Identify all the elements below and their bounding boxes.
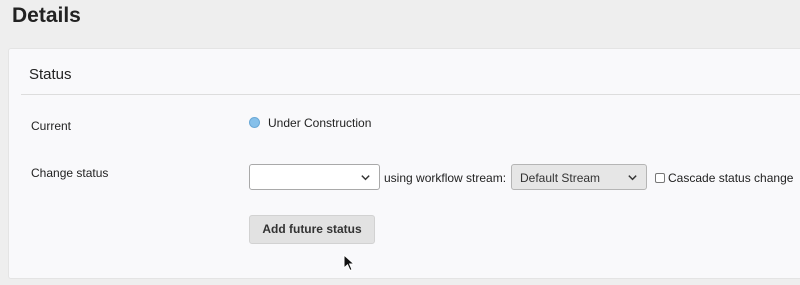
current-status-value: Under Construction: [268, 116, 372, 130]
panel-header: Status: [21, 60, 800, 95]
cascade-status-checkbox[interactable]: [655, 173, 665, 183]
workflow-stream-select-value: Default Stream: [520, 171, 601, 185]
add-future-status-button[interactable]: Add future status: [249, 215, 375, 244]
workflow-stream-select[interactable]: Default Stream: [511, 164, 647, 190]
mouse-pointer-icon: [343, 254, 355, 272]
chevron-down-icon: [361, 175, 370, 181]
change-status-label: Change status: [31, 166, 109, 180]
cascade-status-label[interactable]: Cascade status change: [668, 171, 793, 185]
chevron-down-icon: [628, 175, 637, 181]
current-status-label: Current: [31, 119, 72, 133]
status-indicator-dot: [249, 117, 260, 128]
status-panel: Status Current Under Construction Change…: [8, 48, 800, 279]
page-title: Details: [12, 4, 81, 27]
panel-title: Status: [29, 66, 72, 83]
workflow-stream-label: using workflow stream:: [384, 171, 507, 185]
status-select[interactable]: [249, 164, 380, 190]
